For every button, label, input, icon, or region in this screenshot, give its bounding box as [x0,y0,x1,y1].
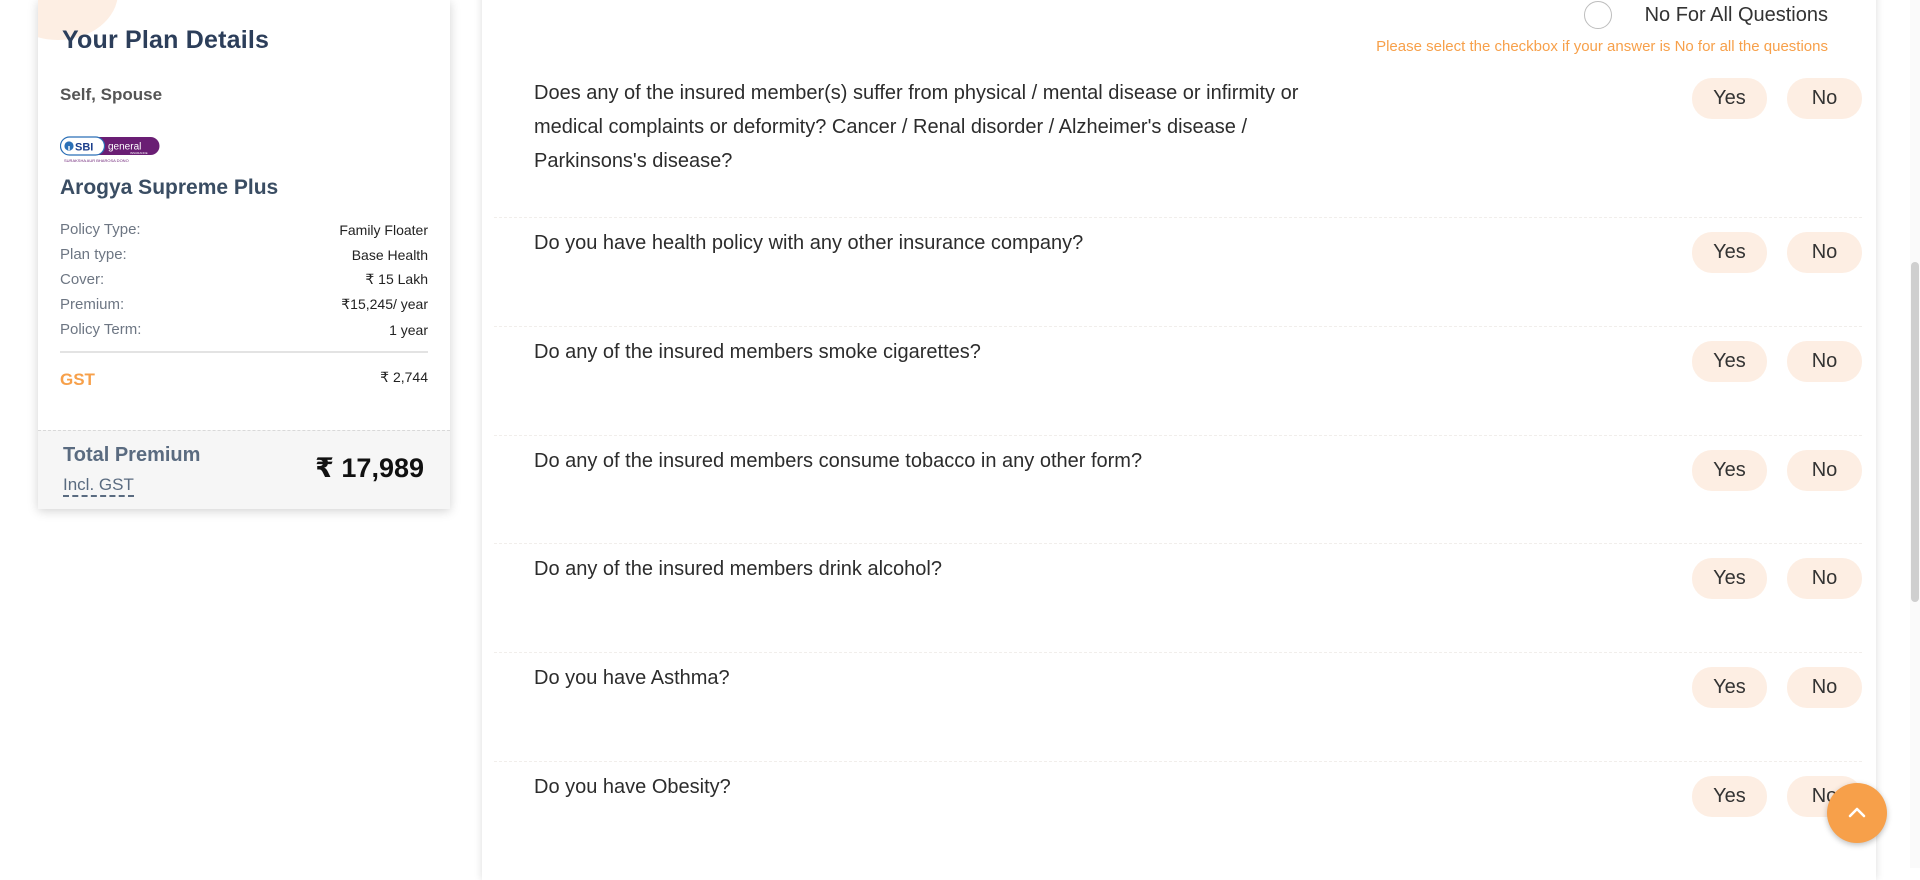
no-button[interactable]: No [1787,558,1862,599]
yes-button[interactable]: Yes [1692,558,1767,599]
logo-sub-text: INSURANCE [130,151,148,155]
detail-row-cover: Cover: ₹ 15 Lakh [60,267,428,292]
detail-label: Policy Term: [60,321,142,338]
yes-button[interactable]: Yes [1692,776,1767,817]
question-text: Do any of the insured members drink alco… [534,558,942,580]
question-row: Do you have Asthma? Yes No [494,653,1862,762]
detail-value: 1 year [389,321,428,338]
yes-button[interactable]: Yes [1692,78,1767,119]
no-for-all-hint: Please select the checkbox if your answe… [1376,38,1828,55]
answer-group: Yes No [1692,667,1862,708]
question-row: Do you have health policy with any other… [494,218,1862,327]
question-text: Do you have health policy with any other… [534,232,1084,254]
no-for-all-control[interactable]: No For All Questions [1583,1,1828,29]
no-for-all-radio[interactable] [1583,1,1612,29]
answer-group: Yes No [1692,341,1862,382]
detail-value: ₹15,245/ year [341,296,428,312]
detail-row-policy-term: Policy Term: 1 year [60,317,428,342]
detail-row-premium: Premium: ₹15,245/ year [60,292,428,317]
gst-value: ₹ 2,744 [380,369,428,385]
question-row: Do any of the insured members consume to… [494,436,1862,544]
detail-value: Family Floater [339,221,428,238]
total-premium-box: Total Premium Incl. GST ₹ 17,989 [38,430,450,509]
logo-tagline-text: SURAKSHA AUR BHAROSA DONO [64,158,129,163]
plan-detail-list: Policy Type: Family Floater Plan type: B… [60,217,428,342]
incl-gst-link[interactable]: Incl. GST [63,475,134,497]
detail-value: ₹ 15 Lakh [365,271,428,287]
question-text: Do you have Asthma? [534,667,730,689]
detail-row-plan-type: Plan type: Base Health [60,242,428,267]
detail-label: Premium: [60,296,125,313]
yes-button[interactable]: Yes [1692,232,1767,273]
no-button[interactable]: No [1787,232,1862,273]
yes-button[interactable]: Yes [1692,667,1767,708]
question-text: Do any of the insured members smoke ciga… [534,341,981,363]
chevron-up-icon [1848,807,1866,818]
detail-label: Cover: [60,271,105,288]
answer-group: Yes No [1692,450,1862,491]
sbi-general-logo: SBI general INSURANCE SURAKSHA AUR BHARO… [60,136,160,163]
question-row: Do any of the insured members smoke ciga… [494,327,1862,436]
medical-questions-panel: No For All Questions Please select the c… [482,0,1876,880]
no-button[interactable]: No [1787,341,1862,382]
no-button[interactable]: No [1787,667,1862,708]
gst-label: GST [60,370,95,389]
divider [60,351,428,353]
insured-members: Self, Spouse [60,85,163,104]
logo-brand-text: SBI [75,142,93,154]
no-for-all-label[interactable]: No For All Questions [1645,4,1828,27]
detail-label: Policy Type: [60,221,141,238]
question-text: Does any of the insured member(s) suffer… [534,82,1299,172]
page-scrollbar[interactable] [1910,0,1920,868]
answer-group: Yes No [1692,558,1862,599]
detail-label: Plan type: [60,246,127,263]
yes-button[interactable]: Yes [1692,341,1767,382]
plan-details-title: Your Plan Details [62,26,270,54]
question-text: Do you have Obesity? [534,776,731,798]
question-row: Does any of the insured member(s) suffer… [494,68,1862,218]
question-text: Do any of the insured members consume to… [534,450,1143,472]
yes-button[interactable]: Yes [1692,450,1767,491]
no-button[interactable]: No [1787,450,1862,491]
total-premium-label: Total Premium [63,444,201,466]
plan-name: Arogya Supreme Plus [60,176,279,199]
answer-group: Yes No [1692,232,1862,273]
answer-group: Yes No [1692,78,1862,119]
no-button[interactable]: No [1787,78,1862,119]
plan-details-card: Your Plan Details Self, Spouse SBI gener… [38,0,450,509]
detail-row-policy-type: Policy Type: Family Floater [60,217,428,242]
scroll-to-top-button[interactable] [1827,783,1887,843]
detail-value: Base Health [351,246,428,263]
question-row: Do any of the insured members drink alco… [494,544,1862,653]
question-row: Do you have Obesity? Yes No [494,762,1862,871]
scrollbar-thumb[interactable] [1911,262,1919,602]
total-premium-value: ₹ 17,989 [315,453,424,483]
